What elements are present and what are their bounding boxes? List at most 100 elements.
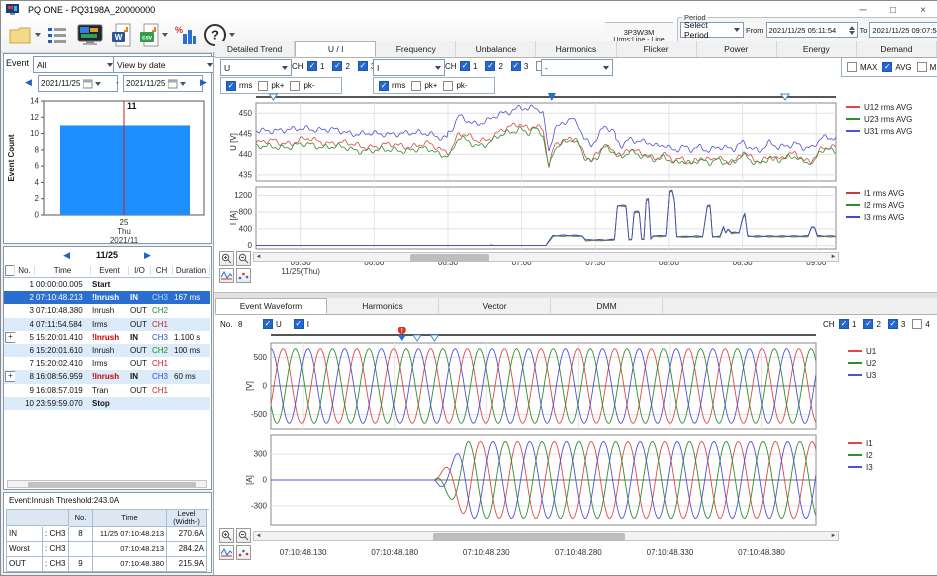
from-datetime-field[interactable]: 2021/11/25 05:11:54	[766, 22, 858, 38]
checkbox-icon[interactable]	[258, 81, 268, 91]
scroll-left-icon[interactable]: ◄	[254, 532, 263, 540]
scroll-left-icon[interactable]: ◄	[254, 253, 263, 261]
checkbox-icon[interactable]: ✓	[226, 81, 236, 91]
word-report-button[interactable]: W	[111, 22, 133, 48]
scroll-right-icon[interactable]: ►	[829, 253, 838, 261]
tab-unbalance[interactable]: Unbalance	[456, 41, 536, 57]
wave-zoom-in-button[interactable]	[219, 528, 234, 543]
agg-min[interactable]: MIN	[917, 62, 937, 72]
checkbox-icon[interactable]	[443, 81, 453, 91]
wave-zoom-out-button[interactable]	[236, 528, 251, 543]
i-stat-rms[interactable]: ✓rms	[379, 81, 405, 91]
event-row-4[interactable]: 407:11:54.584IrmsOUTCH1	[4, 318, 210, 331]
checkbox-icon[interactable]: ✓	[511, 61, 521, 71]
tab-dmm[interactable]: DMM	[551, 298, 663, 314]
i-stat-pk-[interactable]: pk-	[443, 81, 467, 91]
event-filter-select[interactable]: All	[33, 56, 117, 73]
open-dropdown[interactable]	[35, 22, 41, 48]
event-row-1[interactable]: 100:00:00.005Start	[4, 278, 210, 291]
event-row-2[interactable]: 207:10:48.213!InrushINCH3167 ms	[4, 291, 210, 304]
i-ch-2[interactable]: ✓2	[485, 61, 502, 71]
i-stat-pk+[interactable]: pk+	[411, 81, 437, 91]
trend-zoom-in-button[interactable]	[219, 251, 234, 266]
next-list-day-button[interactable]: ▶	[144, 251, 151, 260]
wave-wave-tool-button[interactable]	[219, 545, 234, 560]
checkbox-icon[interactable]: ✓	[332, 61, 342, 71]
checkbox-icon[interactable]: ✓	[358, 61, 368, 71]
checkbox-icon[interactable]	[847, 62, 857, 72]
extra-parameter-select[interactable]: -	[541, 59, 613, 76]
tab-energy[interactable]: Energy	[777, 41, 857, 57]
date-to-field[interactable]: 2021/11/25	[123, 75, 203, 92]
period-select[interactable]: Select Period	[680, 22, 744, 38]
checkbox-icon[interactable]: ✓	[379, 81, 389, 91]
percent-graph-button[interactable]: %	[173, 22, 197, 48]
tab-flicker[interactable]: Flicker	[617, 41, 697, 57]
u-stat-pk-[interactable]: pk-	[290, 81, 314, 91]
tab-power[interactable]: Power	[697, 41, 777, 57]
tab-vector[interactable]: Vector	[439, 298, 551, 314]
date-from-field[interactable]: 2021/11/25	[38, 75, 118, 92]
trend-wave-tool-button[interactable]	[219, 268, 234, 283]
u-stat-rms[interactable]: ✓rms	[226, 81, 252, 91]
tab-harmonics[interactable]: Harmonics	[536, 41, 616, 57]
tab-u-i[interactable]: U / I	[295, 41, 376, 57]
view-mode-select[interactable]: View by date	[113, 56, 217, 73]
i-parameter-select[interactable]: I	[373, 59, 445, 76]
csv-export-button[interactable]: csv	[139, 22, 161, 48]
trend-marker-tool-button[interactable]	[236, 268, 251, 283]
checkbox-icon[interactable]: ✓	[882, 62, 892, 72]
expand-all-icon[interactable]	[4, 265, 15, 276]
event-count-chart[interactable]: 0246810121411Event Count25Thu2021/11	[4, 93, 210, 243]
checkbox-icon[interactable]: ✓	[485, 61, 495, 71]
spinner-icon[interactable]	[849, 26, 855, 35]
event-row-3[interactable]: 307:10:48.380InrushOUTCH2	[4, 304, 210, 317]
u-ch-1[interactable]: ✓1	[307, 61, 324, 71]
scrollbar-thumb[interactable]	[410, 254, 489, 262]
csv-dropdown[interactable]	[162, 22, 168, 48]
next-day-button[interactable]: ▶	[200, 78, 207, 87]
tab-event-waveform[interactable]: Event Waveform	[215, 298, 327, 314]
tab-demand[interactable]: Demand	[857, 41, 937, 57]
wave-marker-tool-button[interactable]	[236, 545, 251, 560]
tab-frequency[interactable]: Frequency	[376, 41, 456, 57]
tab-detailed-trend[interactable]: Detailed Trend	[215, 41, 295, 57]
expand-cell[interactable]: +	[4, 371, 15, 382]
screen-copy-button[interactable]	[77, 22, 103, 48]
expand-all-box-icon[interactable]	[5, 265, 15, 276]
checkbox-icon[interactable]	[290, 81, 300, 91]
waveform-scrollbar[interactable]: ◄ ►	[253, 531, 839, 541]
i-ch-3[interactable]: ✓3	[511, 61, 528, 71]
trend-scrollbar[interactable]: ◄ ►	[253, 252, 839, 262]
u-ch-2[interactable]: ✓2	[332, 61, 349, 71]
event-list-scrollbar[interactable]	[7, 480, 207, 488]
event-list-button[interactable]	[47, 22, 67, 48]
scrollbar-thumb[interactable]	[433, 533, 625, 541]
agg-avg[interactable]: ✓AVG	[882, 62, 911, 72]
expand-icon[interactable]: +	[5, 332, 15, 343]
event-row-5[interactable]: +515:20:01.410!InrushINCH31.100 s	[4, 331, 210, 344]
prev-day-button[interactable]: ◀	[25, 78, 32, 87]
expand-icon[interactable]: +	[5, 371, 15, 382]
to-datetime-field[interactable]: 2021/11/25 09:07:54	[869, 22, 937, 38]
open-button[interactable]	[9, 22, 33, 48]
tab-harmonics[interactable]: Harmonics	[327, 298, 439, 314]
event-row-8[interactable]: +816:08:56.959!InrushINCH360 ms	[4, 370, 210, 383]
event-row-10[interactable]: 1023:59:59.070Stop	[4, 397, 210, 410]
i-ch-1[interactable]: ✓1	[460, 61, 477, 71]
trend-zoom-out-button[interactable]	[236, 251, 251, 266]
checkbox-icon[interactable]	[411, 81, 421, 91]
scrollbar-thumb[interactable]	[28, 482, 196, 488]
scroll-right-icon[interactable]: ►	[829, 532, 838, 540]
expand-cell[interactable]: +	[4, 332, 15, 343]
checkbox-icon[interactable]: ✓	[307, 61, 317, 71]
event-row-7[interactable]: 715:20:02.410IrmsOUTCH1	[4, 357, 210, 370]
event-row-9[interactable]: 916:08:57.019TranOUTCH1	[4, 384, 210, 397]
event-row-6[interactable]: 615:20:01.610InrushOUTCH2100 ms	[4, 344, 210, 357]
checkbox-icon[interactable]: ✓	[460, 61, 470, 71]
u-parameter-select[interactable]: U	[220, 59, 292, 76]
u-stat-pk+[interactable]: pk+	[258, 81, 284, 91]
prev-list-day-button[interactable]: ◀	[63, 251, 70, 260]
checkbox-icon[interactable]	[917, 62, 927, 72]
agg-max[interactable]: MAX	[847, 62, 877, 72]
